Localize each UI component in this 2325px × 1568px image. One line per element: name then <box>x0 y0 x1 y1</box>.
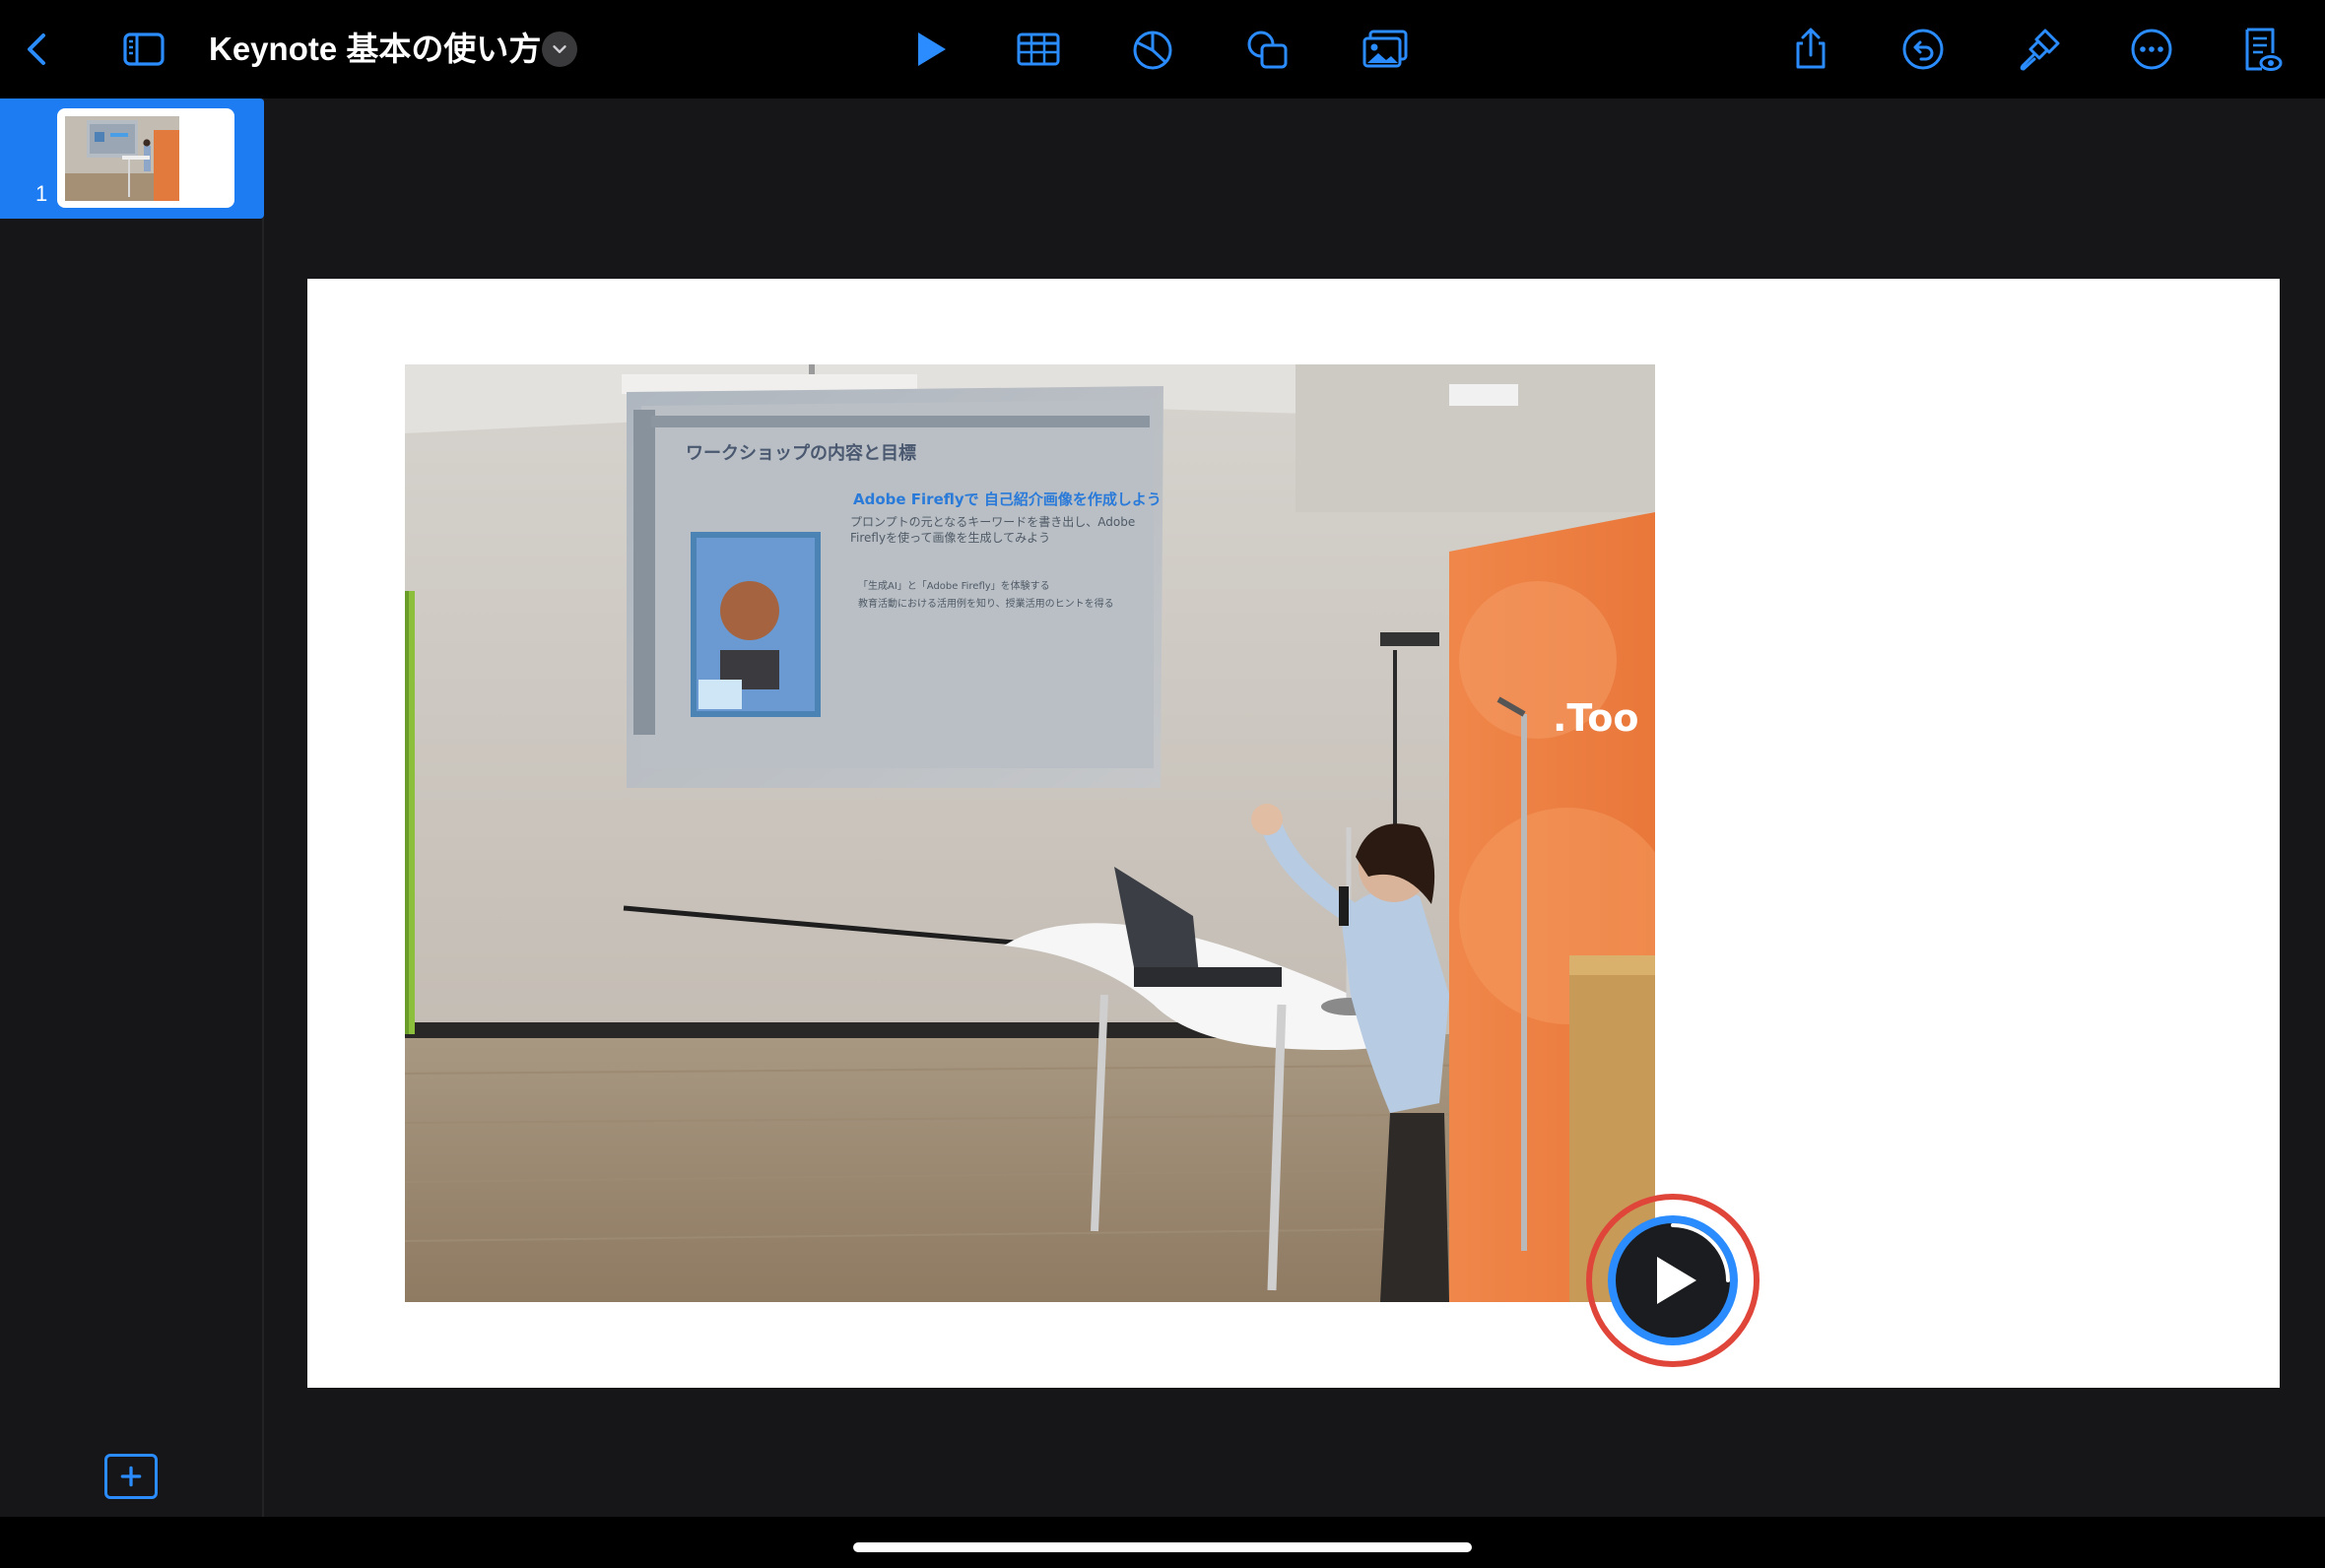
more-icon <box>2131 29 2172 70</box>
undo-button[interactable] <box>1895 22 1951 77</box>
play-button[interactable] <box>902 22 958 77</box>
video-play-overlay[interactable] <box>1582 1190 1763 1371</box>
slide-thumbnail[interactable] <box>57 108 234 208</box>
share-button[interactable] <box>1783 22 1838 77</box>
format-brush-icon <box>2020 29 2060 71</box>
screen-bullet-1: 「生成AI」と「Adobe Firefly」を体験する <box>858 579 1050 592</box>
screen-heading-text: Adobe Fireflyで 自己紹介画像を作成しよう <box>853 490 1162 508</box>
more-button[interactable] <box>2124 22 2179 77</box>
presenter-notes-button[interactable] <box>2232 22 2288 77</box>
toolbar: Keynote 基本の使い方 <box>0 0 2325 99</box>
insert-chart-button[interactable] <box>1125 22 1180 77</box>
chart-icon <box>1133 31 1172 70</box>
slide-number: 1 <box>35 181 48 206</box>
screen-body-text: プロンプトの元となるキーワードを書き出し、Adobe Fireflyを使って画像… <box>850 515 1136 545</box>
plus-icon <box>120 1466 142 1487</box>
slide-thumbnail-row[interactable]: 1 <box>0 98 264 219</box>
title-menu-button[interactable] <box>542 32 577 67</box>
screen-bullet-2: 教育活動における活用例を知り、授業活用のヒントを得る <box>858 597 1114 610</box>
slide-navigator: 1 <box>0 98 264 1517</box>
banner-text: .Too <box>1553 696 1639 740</box>
table-icon <box>1017 33 1060 66</box>
document-title[interactable]: Keynote 基本の使い方 <box>209 26 541 73</box>
media-icon <box>1362 30 1408 68</box>
presenter-notes-icon <box>2245 28 2283 71</box>
back-chevron-icon <box>28 33 45 65</box>
insert-shape-button[interactable] <box>1239 22 1295 77</box>
insert-table-button[interactable] <box>1011 22 1066 77</box>
slide-thumbnail-image <box>65 116 179 201</box>
back-button[interactable] <box>10 22 65 77</box>
sidebar-toggle-button[interactable] <box>116 22 171 77</box>
home-indicator[interactable] <box>853 1542 1472 1552</box>
undo-icon <box>1902 29 1944 70</box>
add-slide-button[interactable] <box>104 1454 158 1499</box>
format-button[interactable] <box>2012 22 2067 77</box>
play-icon <box>918 33 946 66</box>
insert-media-button[interactable] <box>1358 22 1413 77</box>
chevron-down-icon <box>553 45 566 53</box>
shapes-icon <box>1247 31 1288 69</box>
slide-photo[interactable]: ワークショップの内容と目標 Adobe Fireflyで 自己紹介画像を作成しよ… <box>405 364 1655 1302</box>
screen-title-text: ワークショップの内容と目標 <box>686 442 916 464</box>
share-icon <box>1796 28 1826 69</box>
sidebar-toggle-icon <box>123 33 165 66</box>
